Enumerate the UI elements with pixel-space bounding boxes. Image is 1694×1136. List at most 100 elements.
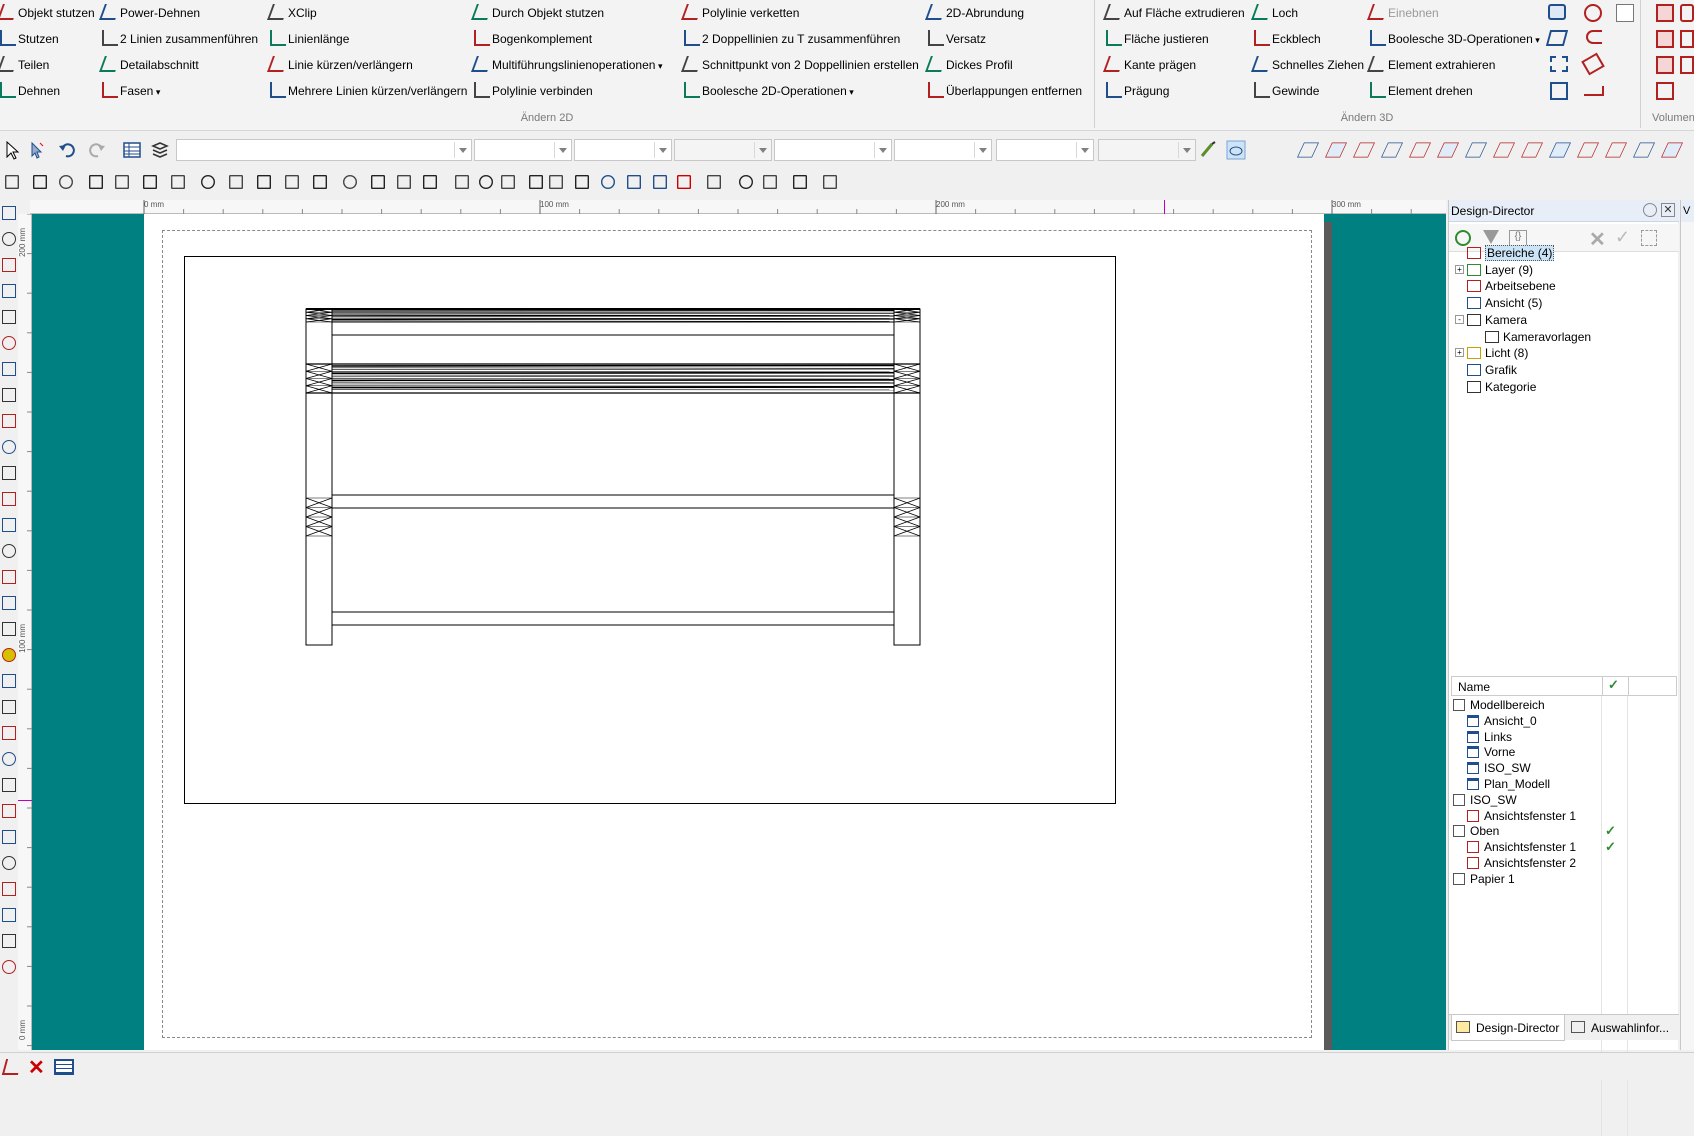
confirm-disabled-icon[interactable]: ✓: [1615, 227, 1630, 248]
insert-block-icon[interactable]: [479, 175, 493, 189]
cylinder-solid-icon[interactable]: [1680, 4, 1694, 22]
dim-aligned-icon[interactable]: [371, 175, 385, 189]
color-combo[interactable]: [474, 139, 572, 161]
align-tool-icon[interactable]: [1550, 56, 1568, 72]
close-icon[interactable]: ✕: [1661, 203, 1675, 217]
node-tool-icon[interactable]: [2, 544, 16, 558]
smart-select-icon[interactable]: [26, 140, 46, 160]
list-header-check-icon[interactable]: ✓: [1608, 677, 1619, 693]
cancel-icon[interactable]: ✕: [28, 1055, 45, 1080]
ribbon-btn-loch[interactable]: Loch: [1254, 2, 1298, 24]
light-tool-icon[interactable]: [2, 830, 16, 844]
expand-icon[interactable]: +: [1455, 265, 1464, 274]
section-tool-icon[interactable]: [2, 882, 16, 896]
ribbon-btn-bogenkomplement[interactable]: Bogenkomplement: [474, 28, 592, 50]
line-tool-icon[interactable]: [2, 206, 16, 220]
pyramid-solid-icon[interactable]: [1656, 82, 1674, 100]
linetype-combo[interactable]: [574, 139, 672, 161]
ribbon-btn-stutzen[interactable]: Stutzen: [0, 28, 59, 50]
bench-drawing[interactable]: [32, 214, 1446, 1050]
ribbon-btn-gewinde[interactable]: Gewinde: [1254, 80, 1319, 102]
tree-item-light[interactable]: +Licht (8): [1467, 344, 1528, 362]
ribbon-btn-linie-kürzen-verlängern[interactable]: Linie kürzen/verlängern: [270, 54, 413, 76]
ungroup-icon[interactable]: [601, 175, 615, 189]
tree-item-camera[interactable]: -Kamera: [1467, 311, 1527, 329]
orbit-icon[interactable]: [1577, 143, 1599, 158]
arc-tool-icon[interactable]: [2, 258, 16, 272]
rotate-icon[interactable]: [89, 175, 103, 189]
list-item[interactable]: Papier 1: [1453, 871, 1515, 888]
ribbon-btn-xclip[interactable]: XClip: [270, 2, 317, 24]
iso-ne-icon[interactable]: [1521, 143, 1543, 158]
ribbon-btn-versatz[interactable]: Versatz: [928, 28, 986, 50]
tree-item-area[interactable]: Bereiche (4): [1467, 244, 1554, 262]
ribbon-btn-element-extrahieren[interactable]: Element extrahieren: [1370, 54, 1495, 76]
iso-nw-icon[interactable]: [1549, 143, 1571, 158]
mirror-icon[interactable]: [59, 175, 73, 189]
pan-tool-icon[interactable]: [2, 726, 16, 740]
shell-tool-icon[interactable]: [1584, 4, 1602, 22]
ribbon-btn-linienlänge[interactable]: Linienlänge: [270, 28, 349, 50]
ribbon-btn-prägung[interactable]: Prägung: [1106, 80, 1169, 102]
tree-item-category[interactable]: Kategorie: [1467, 378, 1536, 396]
ribbon-btn-multiführungslinienoperationen[interactable]: Multiführungslinienoperationen ▾: [474, 54, 662, 76]
list-item[interactable]: Ansichtsfenster 1: [1467, 808, 1576, 825]
table-status-icon[interactable]: [54, 1059, 74, 1075]
ribbon-btn-überlappungen-entfernen[interactable]: Überlappungen entfernen: [928, 80, 1082, 102]
iso-sw-icon[interactable]: [1465, 143, 1487, 158]
orbit-tool-icon[interactable]: [2, 778, 16, 792]
tree-item-view[interactable]: Ansicht (5): [1467, 294, 1542, 312]
redo-icon[interactable]: [86, 140, 106, 160]
help-tool-icon[interactable]: [2, 960, 16, 974]
tab-auswahlinfo[interactable]: Auswahlinfor...: [1567, 1015, 1675, 1041]
layer-window-icon[interactable]: [627, 175, 641, 189]
sphere-solid-icon[interactable]: [1680, 30, 1694, 48]
ribbon-btn-detailabschnitt[interactable]: Detailabschnitt: [102, 54, 199, 76]
spline-tool-icon[interactable]: [2, 336, 16, 350]
ribbon-btn-2-doppellinien-zu-t-zusammenführen[interactable]: 2 Doppellinien zu T zusammenführen: [684, 28, 900, 50]
ribbon-btn-objekt-stutzen[interactable]: Objekt stutzen: [0, 2, 95, 24]
close-doc-icon[interactable]: [739, 175, 753, 189]
measure-tool-icon[interactable]: [2, 466, 16, 480]
solid-tool-icon[interactable]: [1548, 4, 1566, 20]
ribbon-btn-element-drehen[interactable]: Element drehen: [1370, 80, 1473, 102]
zoom-extents-icon[interactable]: [1605, 143, 1627, 158]
ribbon-btn-auf-fläche-extrudieren[interactable]: Auf Fläche extrudieren: [1106, 2, 1245, 24]
attach-xref-icon[interactable]: [529, 175, 543, 189]
ribbon-btn-2-linien-zusammenführen[interactable]: 2 Linien zusammenführen: [102, 28, 258, 50]
list-item[interactable]: Ansicht_0: [1467, 713, 1537, 730]
cone-solid-icon[interactable]: [1656, 30, 1674, 48]
list-header-name[interactable]: Name: [1458, 680, 1490, 694]
list-item[interactable]: Ansichtsfenster 2: [1467, 855, 1576, 872]
textstyle-combo[interactable]: [894, 139, 992, 161]
layer-stack-icon[interactable]: [150, 140, 170, 160]
ribbon-btn-einebnen[interactable]: Einebnen: [1370, 2, 1439, 24]
move-icon[interactable]: [5, 175, 19, 189]
tree-item-graphic[interactable]: Grafik: [1467, 361, 1517, 379]
ribbon-btn-dickes-profil[interactable]: Dickes Profil: [928, 54, 1013, 76]
collapse-icon[interactable]: -: [1455, 315, 1464, 324]
list-item[interactable]: Vorne: [1467, 744, 1515, 761]
distance-icon[interactable]: [229, 175, 243, 189]
box-solid-icon[interactable]: [1656, 4, 1674, 22]
annotation-icon[interactable]: [455, 175, 469, 189]
list-item[interactable]: ISO_SW: [1467, 760, 1531, 777]
list-item[interactable]: Oben: [1453, 823, 1499, 840]
point-tool-icon[interactable]: [2, 518, 16, 532]
view-back-icon[interactable]: [1409, 143, 1431, 158]
view-right-icon[interactable]: [1381, 143, 1403, 158]
list-item[interactable]: Plan_Modell: [1467, 776, 1550, 793]
ribbon-btn-boolesche-3d-operationen[interactable]: Boolesche 3D-Operationen ▾: [1370, 28, 1540, 50]
expand-icon[interactable]: +: [1455, 348, 1464, 357]
view-tool-icon[interactable]: [2, 700, 16, 714]
plot-tool-icon[interactable]: [2, 934, 16, 948]
plotstyle-combo[interactable]: [774, 139, 892, 161]
torus-solid-icon[interactable]: [1680, 56, 1694, 74]
ribbon-btn-dehnen[interactable]: Dehnen: [0, 80, 60, 102]
ribbon-btn-schnittpunkt-von-2-doppellinien-erstellen[interactable]: Schnittpunkt von 2 Doppellinien erstelle…: [684, 54, 919, 76]
grid-toggle-icon[interactable]: [823, 175, 837, 189]
delete-disabled-icon[interactable]: ✕: [1589, 227, 1606, 252]
new-sheet-icon[interactable]: [653, 175, 667, 189]
layout-tool-icon[interactable]: [2, 908, 16, 922]
pin-icon[interactable]: [1643, 203, 1657, 217]
